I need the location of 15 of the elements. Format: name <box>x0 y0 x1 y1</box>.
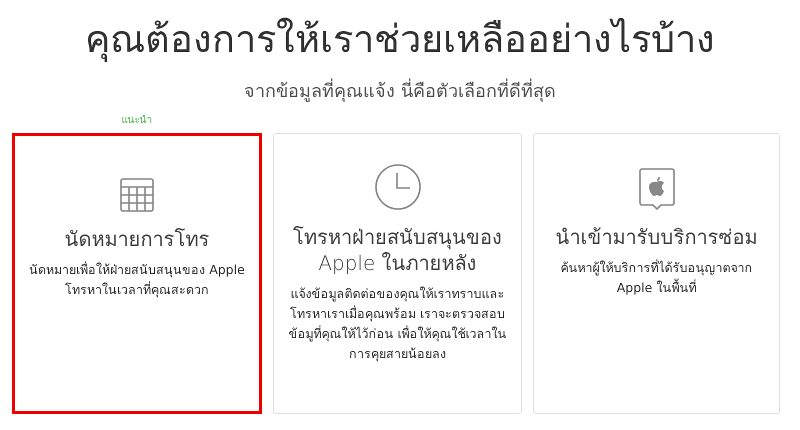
page-subheading: จากข้อมูลที่คุณแจ้ง นี่คือตัวเลือกที่ดีที่สุด <box>0 80 800 104</box>
recommended-label: แนะนำ <box>122 114 152 128</box>
option-title: นำเข้ามารับบริการซ่อม <box>556 224 758 250</box>
option-description: นัดหมายเพื่อให้ฝ่ายสนับสนุนของ Apple โทรหาในเวลาที่คุณสะดวก <box>29 260 245 300</box>
option-title: นัดหมายการโทร <box>64 226 210 252</box>
clock-icon <box>374 164 420 210</box>
apple-bubble-icon <box>638 168 674 210</box>
option-title: โทรหาฝ่ายสนับสนุนของ Apple ในภายหลัง <box>292 224 502 276</box>
option-card[interactable]: นำเข้ามารับบริการซ่อม ค้นหาผู้ให้บริการที่ได้รับอนุญาตจาก Apple ในพื้นที่ <box>533 133 780 414</box>
calendar-icon <box>120 178 154 212</box>
option-card[interactable]: โทรหาฝ่ายสนับสนุนของ Apple ในภายหลัง แจ้งข้อมูลติดต่อของคุณให้เราทราบและ โทรหาเราเมื่อคุณพร้อม เราจะตรวจสอบข้อมูที่คุณให้ไว้ก่อน เพื่อให้คุณใช้เวลาในการคุยสายน้อยลง <box>273 133 522 414</box>
option-description: แจ้งข้อมูลติดต่อของคุณให้เราทราบและ โทรหาเราเมื่อคุณพร้อม เราจะตรวจสอบข้อมูที่คุณให้ไว้ก่อน เพื่อให้คุณใช้เวลาในการคุยสายน้อยลง <box>288 285 507 364</box>
option-card[interactable]: นัดหมายการโทร นัดหมายเพื่อให้ฝ่ายสนับสนุนของ Apple โทรหาในเวลาที่คุณสะดวก <box>12 133 262 414</box>
option-description: ค้นหาผู้ให้บริการที่ได้รับอนุญาตจาก Apple ในพื้นที่ <box>560 258 754 297</box>
page-heading: คุณต้องการให้เราช่วยเหลืออย่างไรบ้าง <box>84 16 716 64</box>
